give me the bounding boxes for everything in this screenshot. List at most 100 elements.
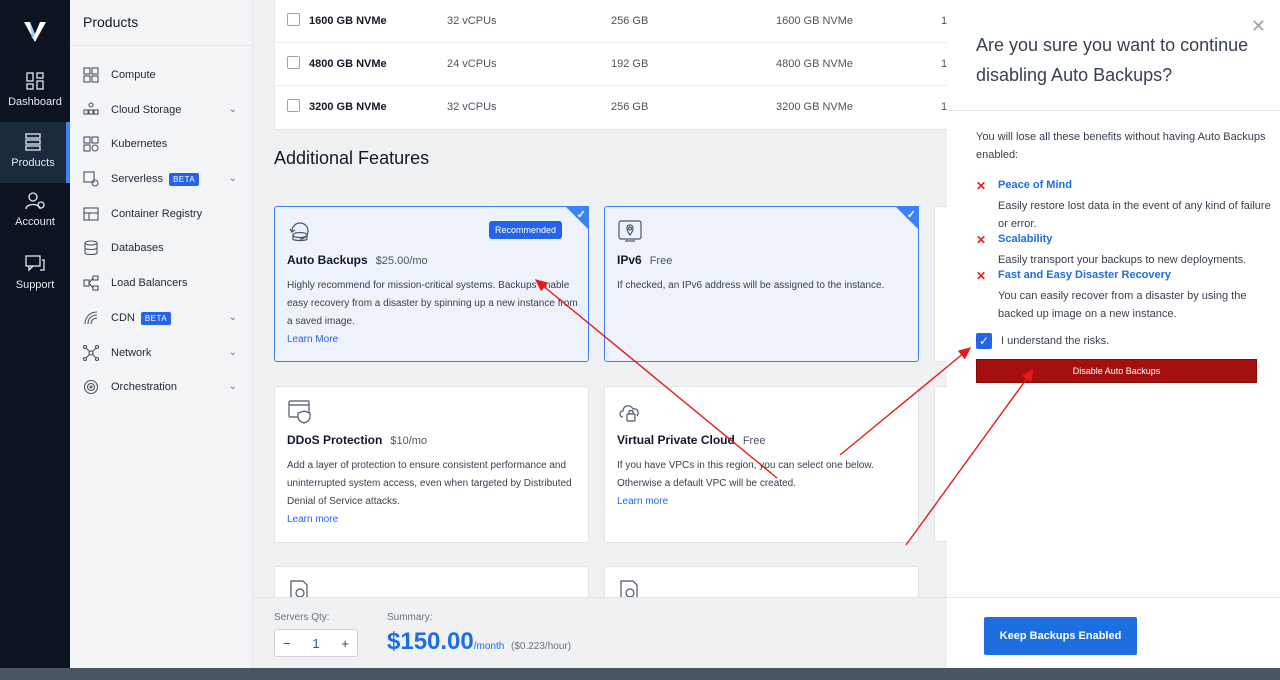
price-unit: /month (473, 641, 505, 652)
feature-card-ddos-protection[interactable]: DDoS Protection $10/mo Add a layer of pro… (274, 386, 589, 543)
increment-button[interactable]: + (341, 636, 349, 651)
feature-card-ipv6[interactable]: ✓ IPv6 Free If checked, an IPv6 address w… (604, 206, 919, 362)
card-description: Add a layer of protection to ensure cons… (287, 460, 572, 525)
table-row[interactable]: 1600 GB NVMe 32 vCPUs 256 GB 1600 GB NVM… (275, 0, 947, 43)
rail-item-products[interactable]: Products (0, 122, 70, 183)
cell-disk: 4800 GB NVMe (776, 58, 854, 70)
x-icon: ✕ (976, 269, 987, 283)
kubernetes-icon (83, 136, 99, 152)
x-icon: ✕ (976, 179, 987, 193)
rail-item-dashboard[interactable]: Dashboard (0, 72, 70, 108)
registry-icon (83, 207, 99, 221)
storage-icon (83, 102, 99, 115)
beta-badge: BETA (168, 172, 200, 186)
chevron-down-icon: ⌄ (228, 173, 237, 184)
price-summary: $150.00/month ($0.223/hour) (387, 628, 571, 656)
rail-item-account[interactable]: Account (0, 192, 70, 228)
divider (70, 45, 253, 46)
price-hourly: ($0.223/hour) (511, 641, 572, 652)
benefit-title: Peace of Mind (998, 179, 1072, 191)
cell-cpu: 32 vCPUs (447, 15, 497, 27)
database-icon (84, 240, 98, 256)
benefit-item: ✕ Peace of Mind Easily restore lost data… (976, 179, 1276, 231)
serverless-icon (83, 171, 99, 187)
rail-item-support[interactable]: Support (0, 255, 70, 291)
chat-support-icon (25, 255, 45, 272)
disable-auto-backups-button[interactable]: Disable Auto Backups (976, 359, 1257, 383)
learn-more-link[interactable]: Learn more (287, 514, 338, 525)
cloud-lock-icon (619, 405, 639, 422)
cell-cpu: 24 vCPUs (447, 58, 497, 70)
chevron-down-icon: ⌄ (228, 381, 237, 392)
nav-label: Compute (111, 69, 156, 81)
main-content: 1600 GB NVMe 32 vCPUs 256 GB 1600 GB NVM… (253, 0, 947, 668)
nav-label: Serverless (111, 173, 163, 185)
quantity-stepper[interactable]: − 1 + (274, 629, 358, 657)
cell-storage: 3200 GB NVMe (309, 101, 387, 113)
plan-icon (287, 56, 300, 69)
card-description: If you have VPCs in this region, you can… (617, 460, 874, 507)
nav-item-cdn[interactable]: CDN BETA ⌄ (83, 308, 243, 328)
location-pin-icon (618, 220, 642, 242)
quantity-value[interactable]: 1 (312, 636, 319, 651)
understand-risks-row[interactable]: ✓ I understand the risks. (976, 333, 1109, 349)
dashboard-icon (26, 72, 44, 90)
card-description: Highly recommend for mission-critical sy… (287, 280, 578, 345)
benefit-description: Easily transport your backups to new dep… (998, 254, 1247, 266)
dialog-footer: Keep Backups Enabled (947, 597, 1280, 668)
brand-logo-icon[interactable] (22, 20, 48, 44)
checkmark-icon: ✓ (576, 209, 586, 221)
cell-disk: 1600 GB NVMe (776, 15, 854, 27)
table-row[interactable]: 3200 GB NVMe 32 vCPUs 256 GB 3200 GB NVM… (275, 86, 947, 129)
products-panel: Products Compute Cloud Storage ⌄ Kuberne… (70, 0, 253, 668)
card-price: Free (742, 435, 766, 447)
disable-backups-dialog: ✕ Are you sure you want to continue disa… (947, 0, 1280, 668)
account-icon (25, 192, 45, 210)
nav-label: Cloud Storage (111, 104, 182, 116)
nav-label: Container Registry (111, 208, 203, 220)
orchestration-icon (83, 379, 99, 395)
risk-checkbox[interactable]: ✓ (976, 333, 992, 349)
learn-more-link[interactable]: Learn More (287, 334, 338, 345)
benefit-description: Easily restore lost data in the event of… (998, 200, 1271, 230)
feature-card-partial[interactable] (934, 386, 947, 542)
plan-icon (287, 99, 300, 112)
cell-storage: 1600 GB NVMe (309, 15, 387, 27)
cdn-icon (84, 311, 98, 325)
nav-item-orchestration[interactable]: Orchestration ⌄ (83, 377, 243, 397)
nav-item-network[interactable]: Network ⌄ (83, 343, 243, 363)
keep-backups-button[interactable]: Keep Backups Enabled (984, 617, 1137, 655)
price-total: $150.00 (387, 628, 474, 655)
nav-item-databases[interactable]: Databases (83, 238, 243, 258)
cell-disk: 3200 GB NVMe (776, 101, 854, 113)
table-row[interactable]: 4800 GB NVMe 24 vCPUs 192 GB 4800 GB NVM… (275, 43, 947, 86)
shield-window-icon (288, 400, 311, 424)
plan-icon (287, 13, 300, 26)
compute-icon (83, 67, 99, 83)
recommended-badge: Recommended (488, 221, 562, 239)
nav-item-load-balancers[interactable]: Load Balancers (83, 273, 243, 293)
nav-item-serverless[interactable]: Serverless BETA ⌄ (83, 169, 243, 189)
nav-label: CDN (111, 312, 135, 324)
checkbox-label[interactable]: I understand the risks. (1001, 335, 1109, 347)
nav-label: Orchestration (111, 381, 178, 393)
x-icon: ✕ (976, 233, 987, 247)
load-balancer-icon (83, 275, 99, 291)
decrement-button[interactable]: − (283, 636, 291, 651)
nav-item-cloud-storage[interactable]: Cloud Storage ⌄ (83, 100, 243, 120)
nav-item-kubernetes[interactable]: Kubernetes (83, 134, 243, 154)
beta-badge: BETA (140, 311, 172, 325)
cell-ram: 256 GB (611, 15, 649, 27)
nav-item-compute[interactable]: Compute (83, 65, 243, 85)
feature-card-vpc[interactable]: Virtual Private Cloud Free If you have VP… (604, 386, 919, 543)
nav-item-container-registry[interactable]: Container Registry (83, 204, 243, 224)
feature-card-auto-backups[interactable]: Recommended ✓ Auto Backups $25.00/mo High… (274, 206, 589, 362)
learn-more-link[interactable]: Learn more (617, 496, 668, 507)
dialog-title: Are you sure you want to continue disabl… (976, 35, 1249, 85)
rail-label: Account (15, 216, 55, 228)
cell-ram: 192 GB (611, 58, 649, 70)
chevron-down-icon: ⌄ (228, 104, 237, 115)
server-plan-table: 1600 GB NVMe 32 vCPUs 256 GB 1600 GB NVM… (274, 0, 947, 130)
feature-card-partial[interactable] (934, 206, 947, 362)
chevron-down-icon: ⌄ (228, 347, 237, 358)
